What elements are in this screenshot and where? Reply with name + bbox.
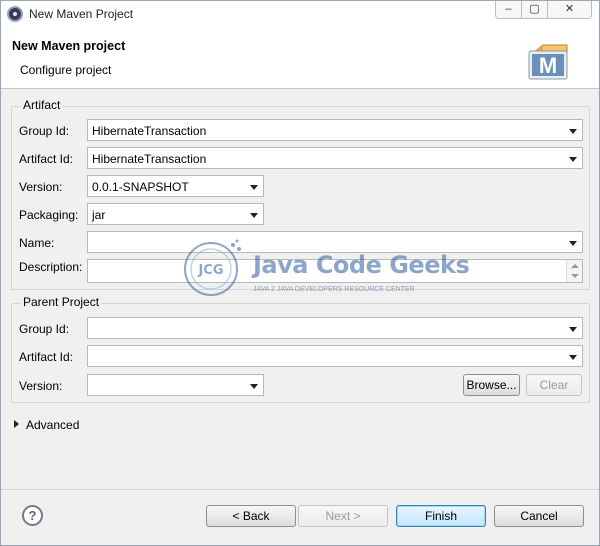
name-label: Name:: [19, 236, 55, 250]
jcg-logo-icon: JCG: [184, 239, 241, 296]
chevron-down-icon[interactable]: [250, 213, 258, 218]
parent-artifact-id-combo[interactable]: [87, 345, 583, 367]
wizard-header: New Maven project Configure project M: [1, 27, 599, 89]
description-scrollbar[interactable]: [566, 260, 582, 282]
parent-group-id-label: Group Id:: [19, 322, 70, 336]
chevron-down-icon[interactable]: [569, 157, 577, 162]
title-bar[interactable]: New Maven Project ‒ ▢ ✕: [1, 1, 599, 27]
chevron-down-icon[interactable]: [569, 241, 577, 246]
clear-button[interactable]: Clear: [526, 374, 582, 396]
help-icon[interactable]: ?: [22, 505, 43, 526]
watermark-title: Java Code Geeks: [253, 251, 470, 279]
scroll-down-icon[interactable]: [571, 274, 579, 278]
group-id-label: Group Id:: [19, 124, 70, 138]
jcg-logo-text: JCG: [197, 263, 223, 278]
artifact-id-combo[interactable]: HibernateTransaction: [87, 147, 583, 169]
eclipse-app-icon: [7, 6, 23, 22]
window-title: New Maven Project: [29, 7, 134, 21]
watermark-subtitle: JAVA 2 JAVA DEVELOPERS RESOURCE CENTER: [253, 286, 415, 293]
maven-logo-icon: M: [528, 44, 568, 80]
packaging-label: Packaging:: [19, 208, 79, 222]
parent-version-combo[interactable]: [87, 374, 264, 396]
version-combo[interactable]: 0.0.1-SNAPSHOT: [87, 175, 264, 197]
page-title: New Maven project: [12, 39, 126, 53]
chevron-down-icon[interactable]: [569, 327, 577, 332]
chevron-down-icon[interactable]: [250, 185, 258, 190]
watermark: JCG Java Code Geeks JAVA 2 JAVA DEVELOPE…: [181, 237, 470, 301]
next-button[interactable]: Next >: [298, 505, 388, 527]
dialog-window: New Maven Project ‒ ▢ ✕ New Maven projec…: [0, 0, 600, 546]
parent-version-label: Version:: [19, 379, 63, 393]
chevron-down-icon[interactable]: [250, 384, 258, 389]
packaging-combo[interactable]: jar: [87, 203, 264, 225]
footer-divider: [1, 489, 599, 490]
advanced-toggle[interactable]: Advanced: [26, 418, 79, 432]
chevron-down-icon[interactable]: [569, 355, 577, 360]
parent-artifact-id-label: Artifact Id:: [19, 350, 74, 364]
artifact-id-label: Artifact Id:: [19, 152, 74, 166]
page-subtitle: Configure project: [20, 63, 112, 77]
packaging-value: jar: [92, 208, 106, 222]
maven-logo-letter: M: [539, 53, 557, 78]
artifact-id-value: HibernateTransaction: [92, 152, 207, 166]
parent-group-id-combo[interactable]: [87, 317, 583, 339]
finish-button[interactable]: Finish: [396, 505, 486, 527]
back-button[interactable]: < Back: [206, 505, 296, 527]
minimize-button[interactable]: ‒: [495, 1, 522, 19]
chevron-down-icon[interactable]: [569, 129, 577, 134]
close-button[interactable]: ✕: [547, 1, 592, 19]
expand-arrow-icon[interactable]: [14, 420, 19, 428]
maximize-button[interactable]: ▢: [521, 1, 548, 19]
group-id-value: HibernateTransaction: [92, 124, 207, 138]
cancel-button[interactable]: Cancel: [494, 505, 584, 527]
description-label: Description:: [19, 260, 83, 274]
version-label: Version:: [19, 180, 63, 194]
version-value: 0.0.1-SNAPSHOT: [92, 180, 189, 194]
scroll-up-icon[interactable]: [571, 264, 579, 268]
group-id-combo[interactable]: HibernateTransaction: [87, 119, 583, 141]
parent-project-legend: Parent Project: [21, 295, 102, 309]
browse-button[interactable]: Browse...: [463, 374, 520, 396]
artifact-legend: Artifact: [21, 98, 63, 112]
